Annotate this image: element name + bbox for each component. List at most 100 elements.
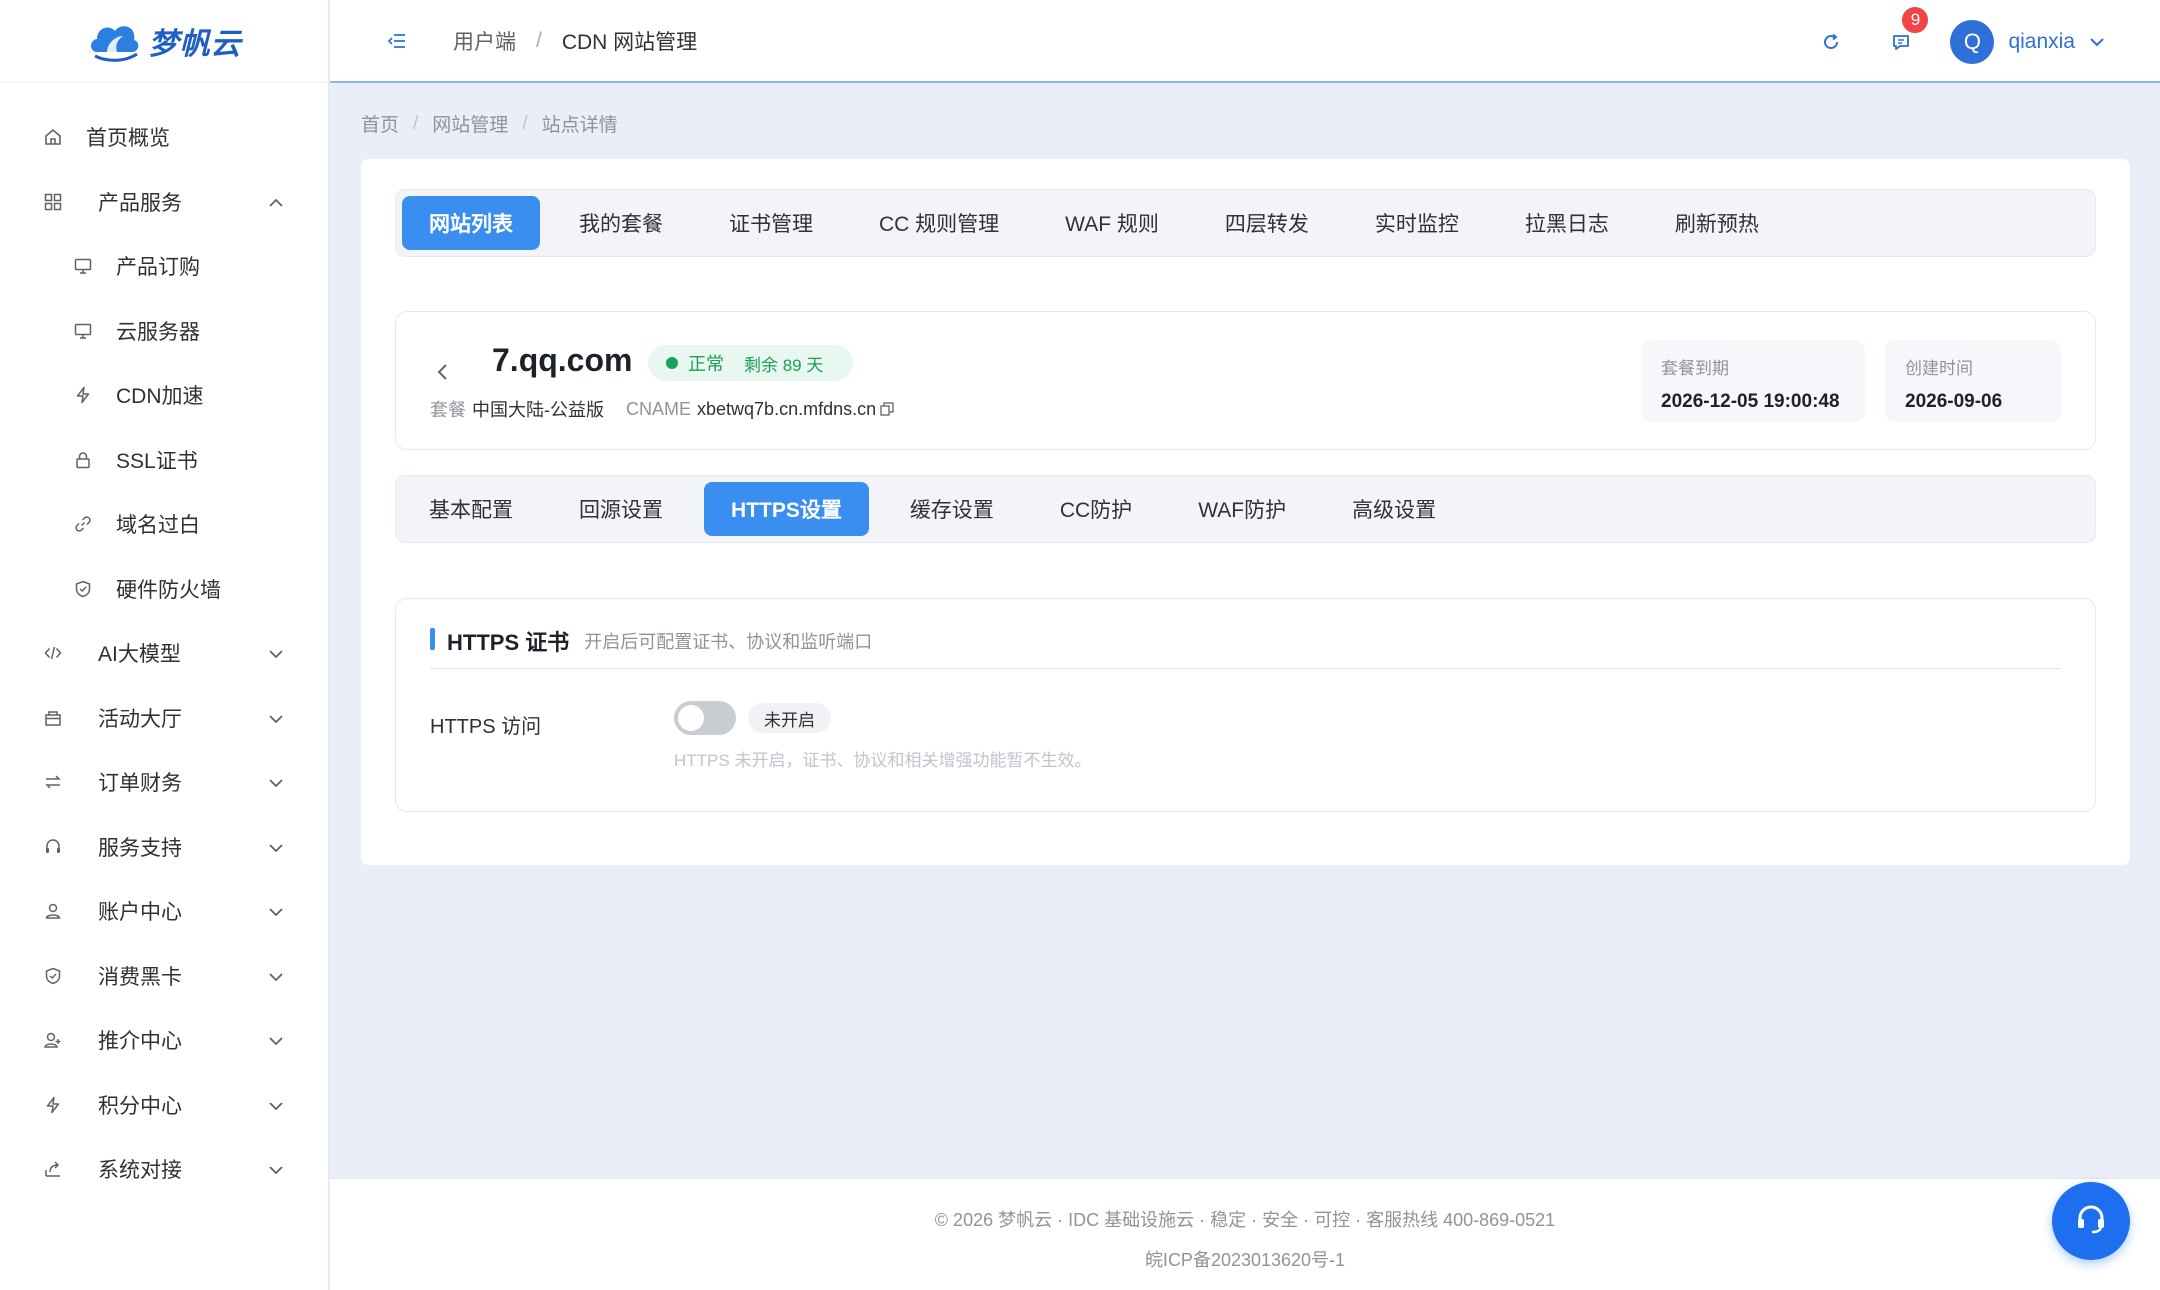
tab-basic-config[interactable]: 基本配置 bbox=[396, 482, 546, 536]
sidebar-item-ssl[interactable]: SSL证书 bbox=[0, 428, 328, 493]
site-domain: 7.qq.com bbox=[492, 342, 633, 378]
sidebar-menu: 首页概览 产品服务 产品订购 云服务器 CDN加速 SSL证书 域名过白 硬件防… bbox=[0, 83, 328, 1202]
sidebar-item-product-services[interactable]: 产品服务 bbox=[0, 170, 328, 235]
chevron-down-icon bbox=[268, 641, 284, 665]
status-badge: 正常 剩余 89 天 bbox=[648, 345, 854, 381]
https-access-label: HTTPS 访问 bbox=[430, 716, 542, 738]
plan-label: 套餐 bbox=[430, 400, 466, 420]
shield-icon bbox=[72, 578, 94, 600]
chevron-down-icon bbox=[268, 1157, 284, 1181]
status-dot bbox=[666, 357, 678, 369]
tab-monitoring[interactable]: 实时监控 bbox=[1348, 196, 1486, 250]
chevron-down-icon bbox=[268, 1093, 284, 1117]
link-icon bbox=[72, 513, 94, 535]
sidebar-item-home[interactable]: 首页概览 bbox=[0, 105, 328, 170]
sidebar-item-account[interactable]: 账户中心 bbox=[0, 879, 328, 944]
sidebar-item-integration[interactable]: 系统对接 bbox=[0, 1137, 328, 1202]
tab-certificates[interactable]: 证书管理 bbox=[702, 196, 840, 250]
sidebar-item-support[interactable]: 服务支持 bbox=[0, 815, 328, 880]
avatar[interactable]: Q bbox=[1950, 19, 1995, 64]
breadcrumb-separator: / bbox=[536, 28, 542, 52]
https-access-toggle[interactable] bbox=[674, 701, 736, 735]
breadcrumb-current: CDN 网站管理 bbox=[561, 30, 698, 54]
refresh-icon[interactable] bbox=[1816, 27, 1846, 57]
tab-l4-forward[interactable]: 四层转发 bbox=[1198, 196, 1336, 250]
message-icon[interactable]: 9 bbox=[1886, 4, 1931, 57]
page-footer: © 2026 梦帆云 · IDC 基础设施云 · 稳定 · 安全 · 可控 · … bbox=[330, 1178, 2160, 1290]
settings-tabs: 基本配置 回源设置 HTTPS设置 缓存设置 CC防护 WAF防护 高级设置 bbox=[395, 475, 2096, 543]
sidebar-item-label: 系统对接 bbox=[98, 1159, 182, 1183]
chevron-down-icon bbox=[268, 835, 284, 859]
collapse-menu-icon[interactable] bbox=[385, 29, 409, 53]
sidebar-item-cloud-server[interactable]: 云服务器 bbox=[0, 299, 328, 364]
sidebar-item-black-card[interactable]: 消费黑卡 bbox=[0, 944, 328, 1009]
customer-support-button[interactable] bbox=[2052, 1182, 2130, 1260]
chevron-down-icon[interactable] bbox=[2089, 37, 2105, 47]
created-time-chip: 创建时间 2026-09-06 bbox=[1885, 340, 2061, 422]
sidebar-item-label: 硬件防火墙 bbox=[116, 578, 221, 602]
tab-waf-rules[interactable]: WAF 规则 bbox=[1038, 196, 1186, 250]
sidebar-item-label: 推介中心 bbox=[98, 1030, 182, 1054]
sidebar-item-label: 首页概览 bbox=[86, 127, 170, 151]
top-tabs: 网站列表 我的套餐 证书管理 CC 规则管理 WAF 规则 四层转发 实时监控 … bbox=[395, 189, 2096, 257]
headset-icon bbox=[2073, 1201, 2109, 1242]
bolt-icon bbox=[72, 384, 94, 406]
sidebar-item-product-order[interactable]: 产品订购 bbox=[0, 234, 328, 299]
shield-check-icon bbox=[42, 965, 64, 987]
chevron-down-icon bbox=[268, 1028, 284, 1052]
breadcrumb-item[interactable]: 用户端 bbox=[453, 26, 516, 56]
chevron-down-icon bbox=[268, 770, 284, 794]
section-title: HTTPS 证书 bbox=[447, 630, 570, 655]
tab-origin-settings[interactable]: 回源设置 bbox=[546, 482, 696, 536]
tab-refresh-preheat[interactable]: 刷新预热 bbox=[1648, 196, 1786, 250]
sidebar-item-label: 产品订购 bbox=[116, 256, 200, 280]
sidebar-item-label: 域名过白 bbox=[116, 514, 200, 538]
user-plus-icon bbox=[42, 1029, 64, 1051]
chevron-down-icon bbox=[268, 899, 284, 923]
code-icon bbox=[42, 642, 64, 664]
chevron-down-icon bbox=[268, 964, 284, 988]
sidebar-item-activity[interactable]: 活动大厅 bbox=[0, 686, 328, 751]
tab-https-settings[interactable]: HTTPS设置 bbox=[704, 482, 869, 536]
sidebar-item-firewall[interactable]: 硬件防火墙 bbox=[0, 557, 328, 622]
tab-site-list[interactable]: 网站列表 bbox=[402, 196, 540, 250]
sidebar-item-label: 积分中心 bbox=[98, 1094, 182, 1118]
tab-my-plans[interactable]: 我的套餐 bbox=[552, 196, 690, 250]
username[interactable]: qianxia bbox=[2008, 30, 2075, 54]
cloud-logo-icon bbox=[87, 18, 141, 64]
sidebar-item-domain-whitelist[interactable]: 域名过白 bbox=[0, 492, 328, 557]
copy-icon[interactable] bbox=[880, 402, 894, 416]
sidebar-item-orders-finance[interactable]: 订单财务 bbox=[0, 750, 328, 815]
breadcrumb-item[interactable]: 网站管理 bbox=[432, 110, 508, 137]
plan-expire-chip: 套餐到期 2026-12-05 19:00:48 bbox=[1641, 340, 1865, 422]
tab-cache-settings[interactable]: 缓存设置 bbox=[877, 482, 1027, 536]
tab-advanced-settings[interactable]: 高级设置 bbox=[1319, 482, 1469, 536]
https-certificate-section: HTTPS 证书 开启后可配置证书、协议和监听端口 HTTPS 访问 未开启 H… bbox=[395, 598, 2096, 812]
monitor-icon bbox=[72, 320, 94, 342]
breadcrumb-item[interactable]: 首页 bbox=[361, 110, 399, 137]
footer-icp[interactable]: 皖ICP备2023013620号-1 bbox=[330, 1246, 2160, 1272]
sidebar-item-label: SSL证书 bbox=[116, 449, 198, 473]
sidebar-item-cdn[interactable]: CDN加速 bbox=[0, 363, 328, 428]
content-breadcrumb: 首页 / 网站管理 / 站点详情 bbox=[361, 110, 618, 137]
sidebar-item-label: 服务支持 bbox=[98, 836, 182, 860]
toggle-knob bbox=[678, 705, 704, 731]
brand-name: 梦帆云 bbox=[148, 28, 242, 61]
share-icon bbox=[42, 1158, 64, 1180]
sidebar-item-label: CDN加速 bbox=[116, 385, 204, 409]
sidebar-item-referral[interactable]: 推介中心 bbox=[0, 1008, 328, 1073]
tab-waf-protection[interactable]: WAF防护 bbox=[1165, 482, 1319, 536]
breadcrumb-separator: / bbox=[522, 112, 528, 134]
chevron-down-icon bbox=[268, 706, 284, 730]
site-summary: 7.qq.com 正常 剩余 89 天 套餐 中国大陆-公益版 CNAME xb… bbox=[395, 311, 2096, 450]
brand-logo[interactable]: 梦帆云 bbox=[0, 0, 328, 83]
tab-cc-rules[interactable]: CC 规则管理 bbox=[852, 196, 1026, 250]
sidebar-item-ai-model[interactable]: AI大模型 bbox=[0, 621, 328, 686]
back-arrow-icon[interactable] bbox=[436, 362, 450, 387]
tab-cc-protection[interactable]: CC防护 bbox=[1027, 482, 1165, 536]
section-accent-bar bbox=[430, 628, 435, 650]
breadcrumb-separator: / bbox=[413, 112, 419, 134]
tab-block-log[interactable]: 拉黑日志 bbox=[1498, 196, 1636, 250]
bolt-icon bbox=[42, 1094, 64, 1116]
sidebar-item-points[interactable]: 积分中心 bbox=[0, 1073, 328, 1138]
